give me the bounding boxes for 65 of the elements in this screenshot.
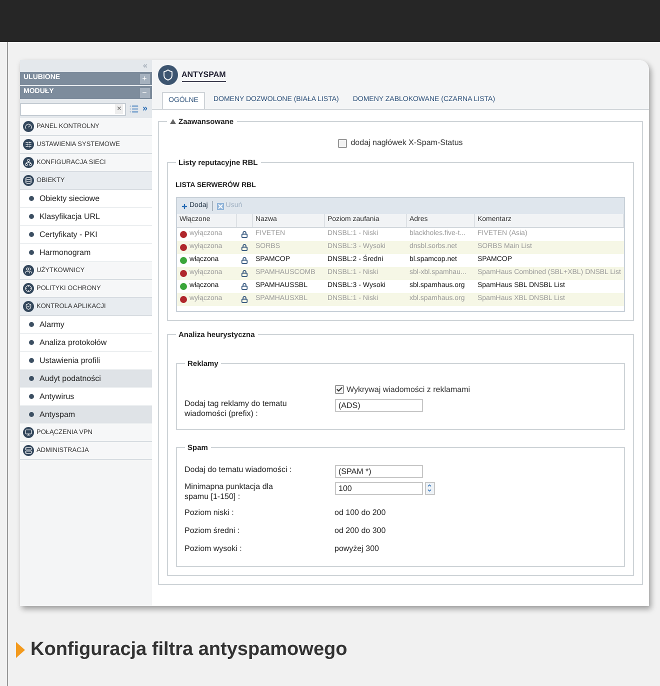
collapse-icon[interactable] (170, 119, 176, 124)
bullet-icon (28, 232, 34, 237)
submenu-item[interactable]: Antyspam (20, 406, 152, 424)
submenu-label: Audyt podatności (40, 372, 101, 384)
lock-icon (241, 283, 248, 290)
bullet-icon (28, 394, 34, 399)
more-button[interactable]: » (142, 102, 148, 116)
clear-button[interactable]: × (114, 104, 124, 114)
submenu-label: Certyfikaty - PKI (40, 228, 98, 240)
input-field[interactable]: (SPAM *) (334, 464, 422, 478)
field-label: Dodaj tag reklamy do tematu wiadomości (prefix) : (184, 398, 287, 418)
field-label: Poziom niski : (184, 508, 234, 517)
caption: Konfiguracja filtra antyspamowego (30, 638, 348, 662)
submenu-label: Klasyfikacja URL (40, 210, 100, 222)
monitor-icon (22, 427, 34, 438)
submenu-label: Ustawienia profili (40, 354, 100, 366)
submenu-label: Antyspam (40, 408, 76, 420)
spinner-arrows-icon[interactable] (424, 482, 434, 495)
triangle-icon (16, 642, 24, 658)
page-title: ANTYSPAM (182, 68, 226, 82)
delete-icon (216, 202, 224, 210)
users-icon (22, 265, 34, 276)
submenu-label: Obiekty sieciowe (40, 192, 100, 204)
search-field[interactable]: × (20, 102, 126, 116)
bullet-icon (28, 412, 34, 417)
bullet-icon (28, 376, 34, 381)
level-value: od 100 do 200 (334, 506, 386, 519)
submenu-label: Alarmy (40, 318, 64, 330)
shield-icon (22, 301, 34, 312)
list-icon[interactable] (129, 104, 140, 114)
bullet-icon (28, 358, 34, 363)
level-value: od 200 do 300 (334, 524, 386, 537)
bullet-icon (28, 250, 34, 255)
lock-icon (241, 296, 248, 303)
level-value: powyżej 300 (334, 542, 379, 555)
checkbox-label: dodaj nagłówek X-Spam-Status (350, 137, 463, 150)
input-field[interactable]: (ADS) (334, 398, 422, 412)
database-icon (22, 175, 34, 186)
network-icon (22, 157, 34, 168)
lock-icon (241, 244, 248, 251)
sliders-icon (22, 139, 34, 150)
gauge-icon (22, 121, 34, 132)
bullet-icon (28, 214, 34, 219)
checkbox[interactable] (338, 138, 347, 148)
submenu-label: Harmonogram (40, 246, 91, 258)
field-label: Dodaj do tematu wiadomości : (184, 464, 292, 474)
submenu-label: Analiza protokołów (40, 336, 107, 348)
field-label: Minimapna punktacja dla spamu [1-150] : (184, 482, 273, 501)
number-field[interactable]: 100 (334, 482, 422, 495)
server-icon (22, 445, 34, 456)
submenu-item[interactable]: Audyt podatności (20, 370, 152, 388)
bullet-icon (28, 340, 34, 345)
checkbox[interactable] (334, 385, 344, 394)
bullet-icon (28, 322, 34, 327)
lock-icon (241, 270, 248, 277)
submenu-label: Antywirus (40, 390, 74, 402)
lock-icon (241, 231, 248, 238)
checkbox-label: Wykrywaj wiadomości z reklamami (346, 384, 470, 396)
lock-icon (241, 257, 248, 264)
field-label: Poziom wysoki : (184, 544, 242, 553)
field-label: Poziom średni : (184, 526, 240, 535)
shield-icon (158, 65, 178, 85)
plus-icon (180, 202, 188, 210)
crosshair-icon (22, 283, 34, 294)
bullet-icon (28, 196, 34, 201)
